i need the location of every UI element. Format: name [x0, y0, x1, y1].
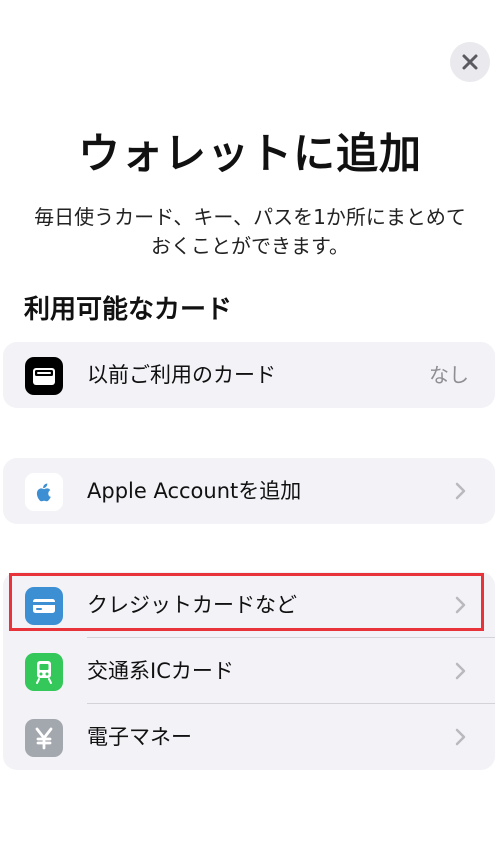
subtitle-line-1: 毎日使うカード、キー、パスを1か所にまとめて: [34, 205, 466, 229]
subtitle-line-2: おくことができます。: [151, 234, 349, 258]
previous-cards-group: 以前ご利用のカード なし: [3, 342, 495, 408]
credit-card-row[interactable]: クレジットカードなど: [3, 572, 495, 638]
previous-cards-value: なし: [429, 363, 469, 387]
transit-ic-card-label: 交通系ICカード: [87, 659, 234, 683]
train-icon: [25, 653, 63, 691]
chevron-right-icon: [455, 596, 467, 614]
apple-logo-icon: [25, 473, 63, 511]
previous-cards-row[interactable]: 以前ご利用のカード なし: [3, 342, 495, 408]
yen-icon: [25, 719, 63, 757]
chevron-right-icon: [455, 662, 467, 680]
page-title: ウォレットに追加: [77, 129, 422, 178]
previous-cards-label: 以前ご利用のカード: [87, 363, 276, 387]
page-subtitle: 毎日使うカード、キー、パスを1か所にまとめて おくことができます。: [20, 203, 480, 261]
apple-account-group: Apple Accountを追加: [3, 458, 495, 524]
add-apple-account-label: Apple Accountを追加: [87, 479, 302, 503]
credit-card-label: クレジットカードなど: [87, 593, 297, 617]
close-icon: [461, 53, 479, 71]
transit-ic-card-row[interactable]: 交通系ICカード: [3, 638, 495, 704]
card-types-group: クレジットカードなど 交通系ICカード 電子マネー: [3, 572, 495, 770]
close-button[interactable]: [450, 42, 490, 82]
credit-card-icon: [25, 587, 63, 625]
section-heading-available-cards: 利用可能なカード: [24, 295, 233, 325]
e-money-row[interactable]: 電子マネー: [3, 704, 495, 770]
chevron-right-icon: [455, 482, 467, 500]
add-apple-account-row[interactable]: Apple Accountを追加: [3, 458, 495, 524]
e-money-label: 電子マネー: [87, 725, 192, 749]
chevron-right-icon: [455, 728, 467, 746]
wallet-icon: [25, 357, 63, 395]
